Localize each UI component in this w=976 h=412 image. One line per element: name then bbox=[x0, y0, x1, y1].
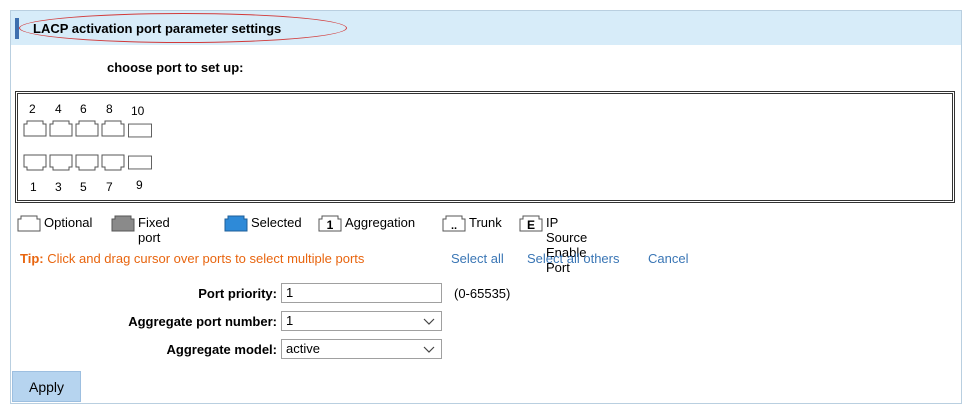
page-title: LACP activation port parameter settings bbox=[33, 21, 282, 36]
port-8-copper[interactable] bbox=[101, 120, 125, 137]
tip-label: Tip: bbox=[20, 251, 44, 266]
aggregate-model-label: Aggregate model: bbox=[166, 342, 277, 357]
cancel-link[interactable]: Cancel bbox=[648, 251, 688, 266]
port-3-copper[interactable] bbox=[49, 154, 73, 171]
port-number: 8 bbox=[106, 102, 113, 116]
port-number: 2 bbox=[29, 102, 36, 116]
chevron-down-icon bbox=[423, 346, 435, 353]
port-number: 7 bbox=[106, 180, 113, 194]
priority-range-hint: (0-65535) bbox=[454, 286, 511, 301]
optional-port-icon bbox=[17, 215, 41, 232]
aggregate-model-value: active bbox=[286, 341, 320, 356]
port-7-copper[interactable] bbox=[101, 154, 125, 171]
port-number: 5 bbox=[80, 180, 87, 194]
tip-line: Tip: Click and drag cursor over ports to… bbox=[20, 251, 688, 266]
aggregate-port-label: Aggregate port number: bbox=[128, 314, 277, 329]
chevron-down-icon bbox=[423, 318, 435, 325]
fixed-port-icon bbox=[111, 215, 135, 232]
port-9-fiber[interactable] bbox=[128, 154, 152, 171]
choose-port-label: choose port to set up: bbox=[107, 60, 244, 75]
ip-source-port-icon: E bbox=[519, 215, 543, 232]
apply-button[interactable]: Apply bbox=[12, 371, 81, 402]
select-all-link[interactable]: Select all bbox=[451, 251, 504, 266]
legend-optional: Optional bbox=[44, 215, 93, 230]
port-number: 1 bbox=[30, 180, 37, 194]
port-number: 4 bbox=[55, 102, 62, 116]
port-number: 6 bbox=[80, 102, 87, 116]
legend-trunk: Trunk bbox=[469, 215, 502, 230]
aggregation-port-icon: 1 bbox=[318, 215, 342, 232]
selected-port-icon bbox=[224, 215, 248, 232]
trunk-port-icon: .. bbox=[442, 215, 466, 232]
legend-ip-source: IP Source Enable Port bbox=[546, 215, 588, 275]
aggregate-port-value: 1 bbox=[286, 313, 294, 328]
legend-aggregation: Aggregation bbox=[345, 215, 416, 230]
port-6-copper[interactable] bbox=[75, 120, 99, 137]
port-4-copper[interactable] bbox=[49, 120, 73, 137]
port-panel[interactable]: 2 4 6 8 10 1 3 5 7 9 bbox=[15, 91, 955, 203]
tip-message: Click and drag cursor over ports to sele… bbox=[47, 251, 365, 266]
port-priority-input[interactable]: 1 bbox=[281, 283, 442, 303]
panel-header: LACP activation port parameter settings bbox=[11, 11, 961, 45]
port-number: 9 bbox=[136, 178, 143, 192]
port-number: 3 bbox=[55, 180, 62, 194]
port-priority-label: Port priority: bbox=[198, 286, 277, 301]
aggregate-model-select[interactable]: active bbox=[281, 339, 442, 359]
legend-fixed: Fixed port bbox=[138, 215, 170, 245]
port-1-copper[interactable] bbox=[23, 154, 47, 171]
port-10-fiber[interactable] bbox=[128, 122, 152, 139]
trunk-glyph: .. bbox=[451, 220, 457, 232]
port-5-copper[interactable] bbox=[75, 154, 99, 171]
lacp-panel: LACP activation port parameter settings … bbox=[10, 10, 962, 404]
port-number: 10 bbox=[131, 104, 145, 118]
port-2-copper[interactable] bbox=[23, 120, 47, 137]
ip-source-glyph: E bbox=[527, 218, 535, 232]
aggregation-glyph: 1 bbox=[327, 218, 334, 232]
select-all-others-link[interactable]: Select all others bbox=[527, 251, 620, 266]
aggregate-port-select[interactable]: 1 bbox=[281, 311, 442, 331]
legend-selected: Selected bbox=[251, 215, 302, 230]
